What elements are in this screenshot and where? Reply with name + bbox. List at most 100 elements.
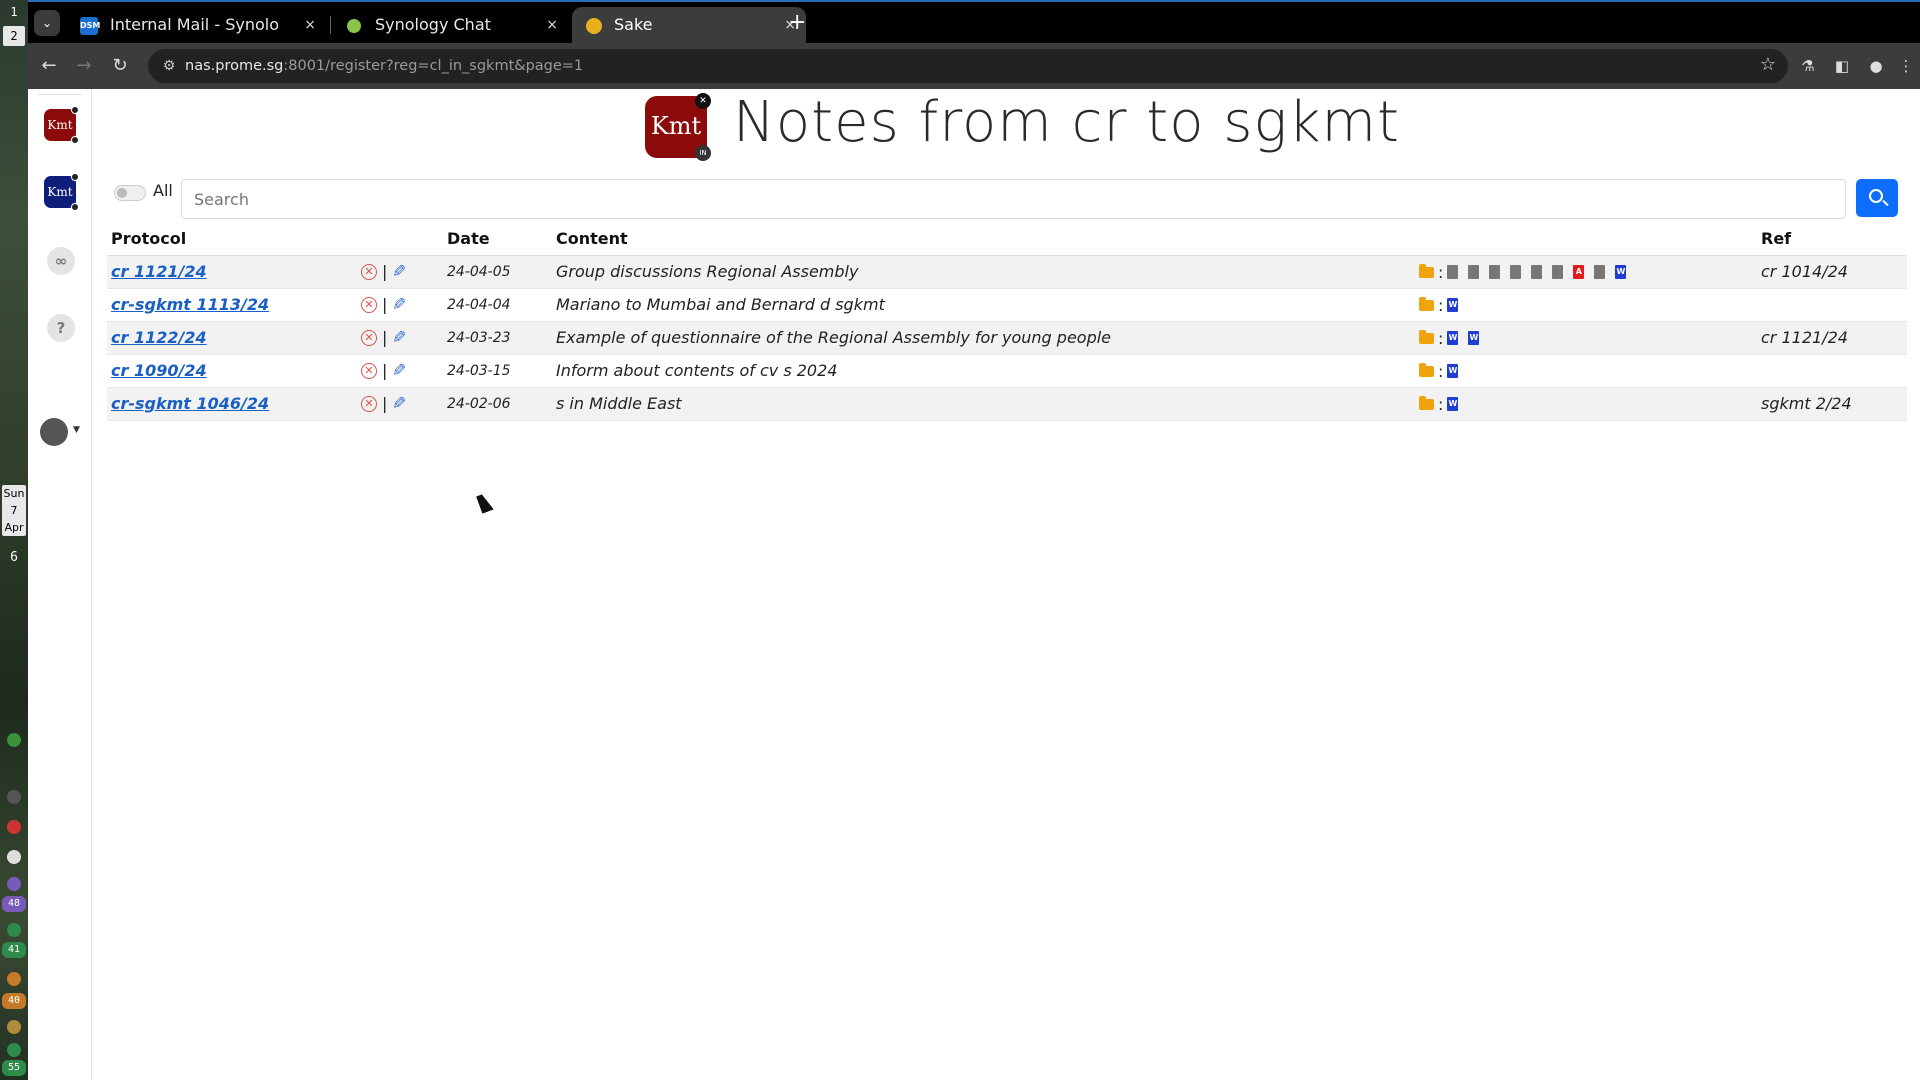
app-rail: Kmt Kmt ∞ ? ▼ bbox=[28, 89, 92, 1080]
ref-cell bbox=[1757, 354, 1907, 388]
record-icon[interactable] bbox=[7, 820, 21, 834]
workspace-1[interactable]: 1 bbox=[3, 2, 25, 22]
rail-app-kmt-red[interactable]: Kmt bbox=[44, 106, 79, 144]
edit-icon[interactable]: ✎ bbox=[392, 295, 406, 315]
search-button[interactable] bbox=[1856, 179, 1898, 217]
star-icon[interactable]: ☆ bbox=[1760, 54, 1776, 75]
tab-synology-chat[interactable]: Synology Chat × bbox=[333, 7, 568, 45]
content-cell: Inform about contents of cv s 2024 bbox=[552, 354, 1415, 388]
folder-icon[interactable] bbox=[1419, 329, 1434, 344]
files-cell: :W bbox=[1415, 387, 1757, 421]
header-ref: Ref bbox=[1757, 222, 1907, 256]
chevron-down-icon[interactable]: ▼ bbox=[73, 425, 80, 435]
protocol-link[interactable]: cr-sgkmt 1046/24 bbox=[111, 394, 269, 413]
search-input[interactable] bbox=[181, 179, 1846, 219]
date-widget: Sun 7 Apr bbox=[2, 485, 26, 536]
date-cell: 24-03-23 bbox=[443, 321, 552, 355]
protocol-link[interactable]: cr 1121/24 bbox=[111, 262, 207, 281]
file-icon[interactable] bbox=[1510, 265, 1522, 279]
table-row: cr 1121/24 ✕ | ✎ 24-04-05 Group discussion… bbox=[107, 255, 1907, 289]
system-panel: 1 2 Sun 7 Apr 6 48 41 40 55 bbox=[0, 0, 28, 1080]
memory-indicator: 41 bbox=[2, 942, 26, 958]
file-icon[interactable] bbox=[1594, 265, 1606, 279]
help-icon[interactable]: ? bbox=[47, 314, 75, 342]
volume-indicator: 40 bbox=[2, 993, 26, 1009]
file-icon[interactable] bbox=[1552, 265, 1564, 279]
table-row: cr 1090/24 ✕ | ✎ 24-03-15 Inform about con… bbox=[107, 354, 1907, 388]
date-num: 7 bbox=[10, 504, 18, 517]
actions-cell: ✕ | ✎ bbox=[357, 321, 443, 355]
date-cell: 24-03-15 bbox=[443, 354, 552, 388]
mic-icon[interactable] bbox=[7, 1020, 21, 1034]
badge-icon bbox=[71, 203, 79, 211]
word-doc-icon[interactable]: W bbox=[1468, 331, 1480, 345]
edit-icon[interactable]: ✎ bbox=[392, 328, 406, 348]
word-doc-icon[interactable]: W bbox=[1447, 298, 1459, 312]
delete-icon[interactable]: ✕ bbox=[361, 362, 377, 379]
url-text[interactable]: nas.prome.sg:8001/register?reg=cl_in_sgk… bbox=[185, 49, 583, 83]
actions-cell: ✕ | ✎ bbox=[357, 387, 443, 421]
tab-close-icon[interactable]: × bbox=[546, 7, 558, 43]
tab-title: Sake bbox=[614, 15, 653, 34]
header-protocol: Protocol bbox=[107, 222, 357, 256]
all-toggle[interactable] bbox=[114, 185, 146, 201]
protocol-link[interactable]: cr-sgkmt 1113/24 bbox=[111, 295, 269, 314]
delete-icon[interactable]: ✕ bbox=[361, 296, 377, 313]
word-doc-icon[interactable]: W bbox=[1447, 331, 1459, 345]
pdf-icon[interactable]: A bbox=[1573, 265, 1585, 279]
clock-digit: 6 bbox=[10, 550, 18, 565]
ref-cell: cr 1121/24 bbox=[1757, 321, 1907, 355]
sake-favicon-icon bbox=[586, 18, 602, 34]
network-icon[interactable] bbox=[7, 733, 21, 747]
delete-icon[interactable]: ✕ bbox=[361, 263, 377, 280]
logo-badge-icon: ✕ bbox=[695, 93, 711, 109]
menu-icon[interactable]: ⋮ bbox=[1894, 54, 1918, 78]
side-panel-icon[interactable]: ◧ bbox=[1830, 54, 1854, 78]
tab-internal-mail[interactable]: DSM Internal Mail - Synolo × bbox=[68, 7, 326, 45]
header-date: Date bbox=[443, 222, 552, 256]
volume-icon[interactable] bbox=[7, 972, 21, 986]
address-bar[interactable]: ⚙ nas.prome.sg:8001/register?reg=cl_in_s… bbox=[148, 49, 1788, 83]
folder-icon[interactable] bbox=[1419, 296, 1434, 311]
protocol-cell: cr 1090/24 bbox=[107, 354, 357, 388]
forward-icon[interactable]: → bbox=[71, 53, 97, 79]
edit-icon[interactable]: ✎ bbox=[392, 361, 406, 381]
labs-icon[interactable]: ⚗ bbox=[1796, 54, 1820, 78]
back-icon[interactable]: ← bbox=[36, 53, 62, 79]
toggle-icon[interactable] bbox=[7, 850, 21, 864]
word-doc-icon[interactable]: W bbox=[1447, 397, 1459, 411]
ref-cell: sgkmt 2/24 bbox=[1757, 387, 1907, 421]
user-avatar-icon[interactable] bbox=[40, 418, 68, 446]
tab-close-icon[interactable]: × bbox=[304, 7, 316, 43]
folder-icon[interactable] bbox=[1419, 263, 1434, 278]
site-info-icon[interactable]: ⚙ bbox=[160, 57, 178, 75]
folder-icon[interactable] bbox=[1419, 395, 1434, 410]
edit-icon[interactable]: ✎ bbox=[392, 262, 406, 282]
delete-icon[interactable]: ✕ bbox=[361, 395, 377, 412]
file-icon[interactable] bbox=[1531, 265, 1543, 279]
rail-app-kmt-blue[interactable]: Kmt bbox=[44, 173, 79, 211]
tab-search-button[interactable]: ⌄ bbox=[34, 10, 60, 36]
app-content: Kmt Kmt ∞ ? ▼ Kmt ✕ IN Notes from cr to … bbox=[28, 89, 1920, 1080]
link-icon[interactable]: ∞ bbox=[47, 247, 75, 275]
reload-icon[interactable]: ↻ bbox=[107, 53, 133, 79]
file-icon[interactable] bbox=[1489, 265, 1501, 279]
delete-icon[interactable]: ✕ bbox=[361, 329, 377, 346]
protocol-link[interactable]: cr 1090/24 bbox=[111, 361, 207, 380]
folder-icon[interactable] bbox=[1419, 362, 1434, 377]
eye-icon[interactable] bbox=[7, 790, 21, 804]
word-doc-icon[interactable]: W bbox=[1615, 265, 1627, 279]
protocol-link[interactable]: cr 1122/24 bbox=[111, 328, 207, 347]
file-icon[interactable] bbox=[1447, 265, 1459, 279]
table-row: cr-sgkmt 1046/24 ✕ | ✎ 24-02-06 s in Middl… bbox=[107, 387, 1907, 421]
logo-badge-in: IN bbox=[695, 145, 711, 161]
workspace-2[interactable]: 2 bbox=[3, 26, 25, 46]
files-cell: :AW bbox=[1415, 255, 1757, 289]
protocol-cell: cr-sgkmt 1113/24 bbox=[107, 288, 357, 322]
edit-icon[interactable]: ✎ bbox=[392, 394, 406, 414]
new-tab-button[interactable]: + bbox=[788, 9, 806, 37]
word-doc-icon[interactable]: W bbox=[1447, 364, 1459, 378]
tab-sake[interactable]: Sake × bbox=[572, 7, 806, 45]
profile-icon[interactable]: ● bbox=[1864, 54, 1888, 78]
file-icon[interactable] bbox=[1468, 265, 1480, 279]
